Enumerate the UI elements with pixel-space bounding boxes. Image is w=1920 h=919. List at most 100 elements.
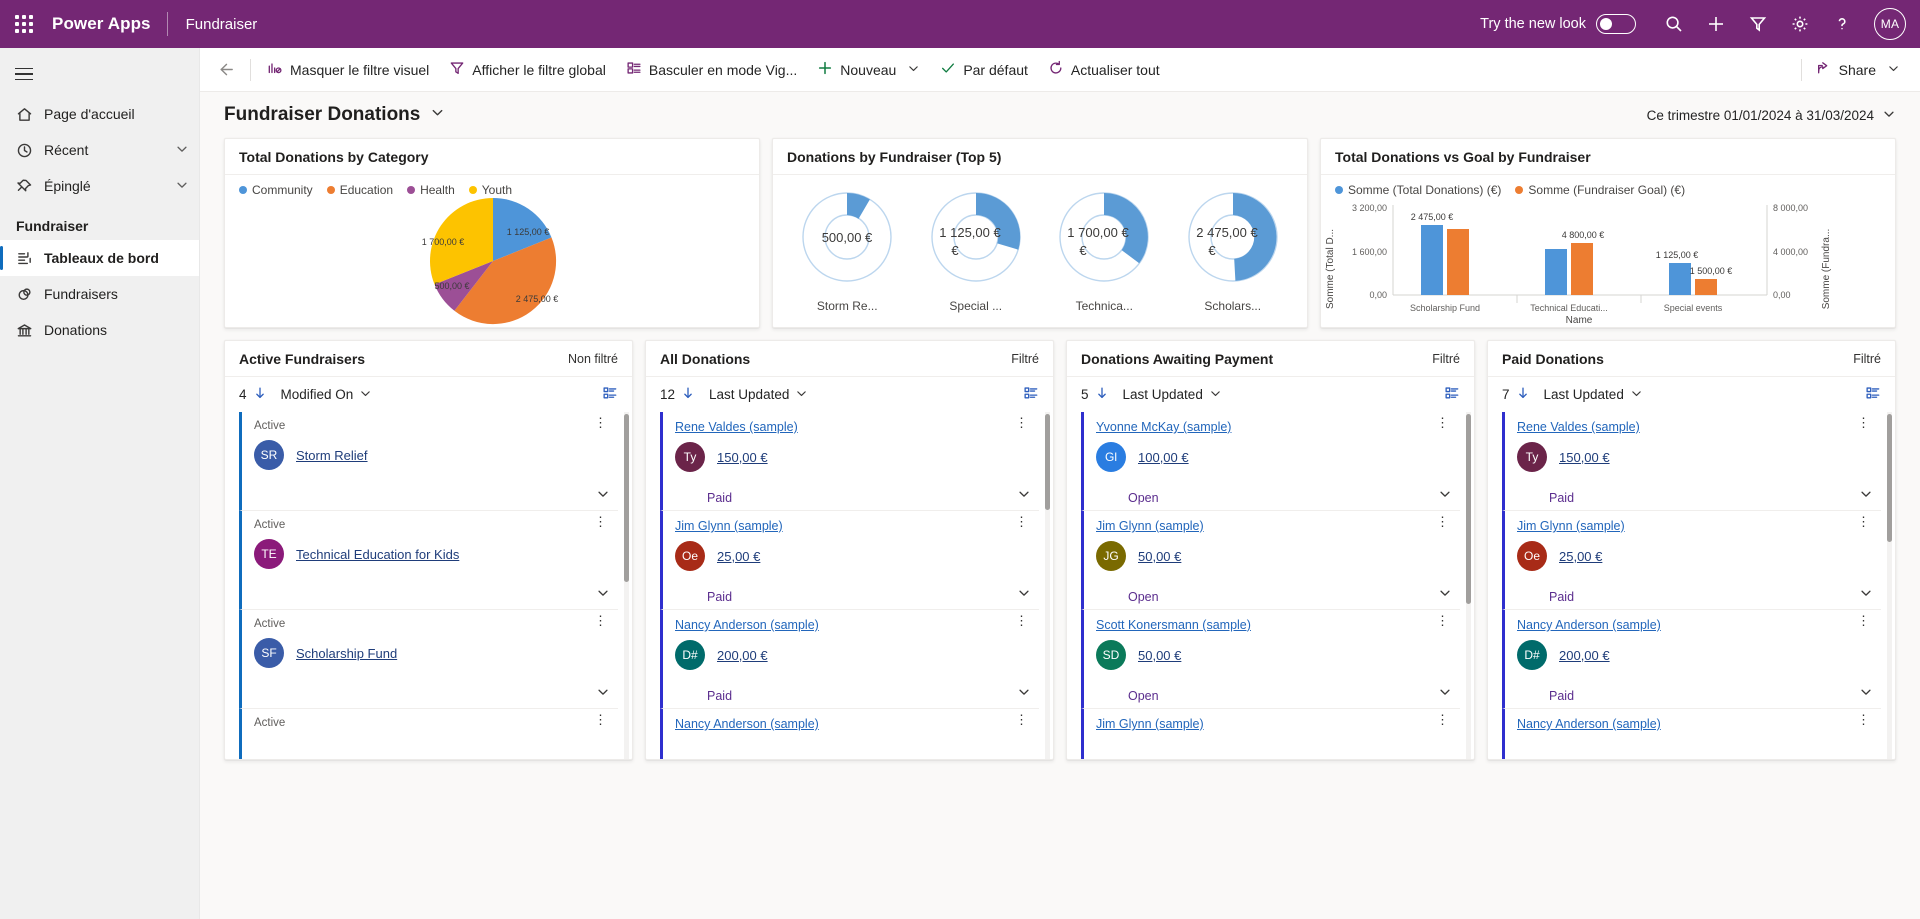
sidebar-item-fundraisers[interactable]: Fundraisers (0, 276, 199, 312)
list-scroll-region[interactable]: Yvonne McKay (sample) ⋮ Gl 100,00 € Open (1067, 412, 1474, 759)
list-scroll-region[interactable]: Rene Valdes (sample) ⋮ Ty 150,00 € Paid (646, 412, 1053, 759)
chevron-down-icon[interactable] (175, 178, 189, 195)
expand-chevron-down-icon[interactable] (596, 487, 610, 506)
row-menu-icon[interactable]: ⋮ (1436, 416, 1450, 429)
list-item[interactable]: Rene Valdes (sample) ⋮ Ty 150,00 € Paid (660, 412, 1039, 511)
bar-goal-special[interactable] (1695, 279, 1717, 295)
list-item[interactable]: Nancy Anderson (sample) ⋮ (1502, 709, 1881, 759)
back-arrow-icon[interactable] (208, 52, 244, 88)
bar-donations-special[interactable] (1669, 263, 1691, 295)
new-look-toggle[interactable] (1596, 14, 1636, 34)
donor-link[interactable]: Nancy Anderson (sample) (1517, 618, 1869, 632)
expand-chevron-down-icon[interactable] (1859, 685, 1873, 704)
expand-chevron-down-icon[interactable] (1438, 487, 1452, 506)
expand-chevron-down-icon[interactable] (596, 586, 610, 605)
row-menu-icon[interactable]: ⋮ (1857, 416, 1871, 429)
chevron-down-icon[interactable] (175, 142, 189, 159)
record-link[interactable]: Technical Education for Kids (296, 547, 459, 562)
expand-chevron-down-icon[interactable] (1017, 487, 1031, 506)
chevron-down-icon[interactable] (1209, 387, 1222, 403)
donor-link[interactable]: Scott Konersmann (sample) (1096, 618, 1448, 632)
row-menu-icon[interactable]: ⋮ (594, 515, 608, 528)
donut-cell[interactable]: 500,00 € Storm Re... (795, 185, 899, 313)
donor-link[interactable]: Nancy Anderson (sample) (675, 618, 1027, 632)
add-icon[interactable] (1696, 2, 1736, 46)
chevron-down-icon[interactable] (1882, 107, 1896, 124)
scrollbar-thumb[interactable] (1045, 414, 1050, 510)
list-view-icon[interactable] (1023, 385, 1039, 404)
donut-segment[interactable] (975, 192, 1020, 250)
amount-link[interactable]: 50,00 € (1138, 549, 1181, 564)
amount-link[interactable]: 25,00 € (1559, 549, 1602, 564)
scrollbar-thumb[interactable] (1887, 414, 1892, 542)
gear-icon[interactable] (1780, 2, 1820, 46)
sort-field-label[interactable]: Last Updated (709, 387, 789, 402)
list-item[interactable]: Active ⋮ TE Technical Education for Kids (239, 511, 618, 610)
amount-link[interactable]: 50,00 € (1138, 648, 1181, 663)
hide-visual-filter-button[interactable]: Masquer le filtre visuel (257, 52, 439, 88)
new-button[interactable]: Nouveau (807, 52, 930, 88)
list-item[interactable]: Nancy Anderson (sample) ⋮ D# 200,00 € Pa… (660, 610, 1039, 709)
chevron-down-icon[interactable] (1887, 62, 1900, 78)
expand-chevron-down-icon[interactable] (1859, 487, 1873, 506)
filter-icon[interactable] (1738, 2, 1778, 46)
list-item[interactable]: Jim Glynn (sample) ⋮ JG 50,00 € Open (1081, 511, 1460, 610)
amount-link[interactable]: 150,00 € (717, 450, 768, 465)
sort-direction-icon[interactable] (681, 386, 695, 403)
brand-title[interactable]: Power Apps (48, 14, 167, 34)
search-icon[interactable] (1654, 2, 1694, 46)
app-launcher-waffle-icon[interactable] (0, 0, 48, 48)
switch-to-tile-mode-button[interactable]: Basculer en mode Vig... (616, 52, 807, 88)
sort-field-label[interactable]: Last Updated (1123, 387, 1203, 402)
date-range-selector[interactable]: Ce trimestre 01/01/2024 à 31/03/2024 (1647, 107, 1896, 124)
show-global-filter-button[interactable]: Afficher le filtre global (439, 52, 616, 88)
chevron-down-icon[interactable] (795, 387, 808, 403)
record-link[interactable]: Scholarship Fund (296, 646, 397, 661)
bar-donations-scholarship[interactable] (1421, 225, 1443, 295)
default-view-button[interactable]: Par défaut (930, 52, 1038, 88)
share-button[interactable]: Share (1806, 52, 1910, 88)
expand-chevron-down-icon[interactable] (1017, 586, 1031, 605)
donor-link[interactable]: Jim Glynn (sample) (1517, 519, 1869, 533)
scrollbar-thumb[interactable] (624, 414, 629, 582)
list-item[interactable]: Active ⋮ SR Storm Relief (239, 412, 618, 511)
row-menu-icon[interactable]: ⋮ (1015, 515, 1029, 528)
row-menu-icon[interactable]: ⋮ (1436, 515, 1450, 528)
legend-item[interactable]: Education (326, 183, 393, 197)
expand-chevron-down-icon[interactable] (1438, 586, 1452, 605)
sort-field-label[interactable]: Last Updated (1544, 387, 1624, 402)
list-item[interactable]: Active ⋮ (239, 709, 618, 759)
list-view-icon[interactable] (1865, 385, 1881, 404)
list-item[interactable]: Yvonne McKay (sample) ⋮ Gl 100,00 € Open (1081, 412, 1460, 511)
row-menu-icon[interactable]: ⋮ (594, 416, 608, 429)
page-title-chevron-down-icon[interactable] (430, 105, 445, 125)
row-menu-icon[interactable]: ⋮ (1436, 614, 1450, 627)
sort-field-label[interactable]: Modified On (281, 387, 354, 402)
expand-chevron-down-icon[interactable] (1438, 685, 1452, 704)
help-icon[interactable] (1822, 2, 1862, 46)
amount-link[interactable]: 100,00 € (1138, 450, 1189, 465)
donor-link[interactable]: Jim Glynn (sample) (1096, 717, 1448, 731)
row-menu-icon[interactable]: ⋮ (594, 713, 608, 726)
legend-item[interactable]: Community (239, 183, 313, 197)
amount-link[interactable]: 150,00 € (1559, 450, 1610, 465)
donor-link[interactable]: Rene Valdes (sample) (675, 420, 1027, 434)
donor-link[interactable]: Nancy Anderson (sample) (1517, 717, 1869, 731)
sidebar-item-donations[interactable]: Donations (0, 312, 199, 348)
list-item[interactable]: Nancy Anderson (sample) ⋮ (660, 709, 1039, 759)
sort-direction-icon[interactable] (1516, 386, 1530, 403)
record-link[interactable]: Storm Relief (296, 448, 368, 463)
row-menu-icon[interactable]: ⋮ (1015, 614, 1029, 627)
bar-chart[interactable]: Somme (Total D... Somme (Fundra... 3 200… (1321, 197, 1841, 326)
list-item[interactable]: Jim Glynn (sample) ⋮ (1081, 709, 1460, 759)
sidebar-item-dashboards[interactable]: Tableaux de bord (0, 240, 199, 276)
sidebar-item-home[interactable]: Page d'accueil (0, 96, 199, 132)
refresh-all-button[interactable]: Actualiser tout (1038, 52, 1170, 88)
donut-cell[interactable]: 1 700,00 € € Technica... (1052, 185, 1156, 313)
list-view-icon[interactable] (1444, 385, 1460, 404)
row-menu-icon[interactable]: ⋮ (1857, 614, 1871, 627)
list-item[interactable]: Jim Glynn (sample) ⋮ Oe 25,00 € Paid (660, 511, 1039, 610)
row-menu-icon[interactable]: ⋮ (1436, 713, 1450, 726)
sidebar-item-recent[interactable]: Récent (0, 132, 199, 168)
list-view-icon[interactable] (602, 385, 618, 404)
